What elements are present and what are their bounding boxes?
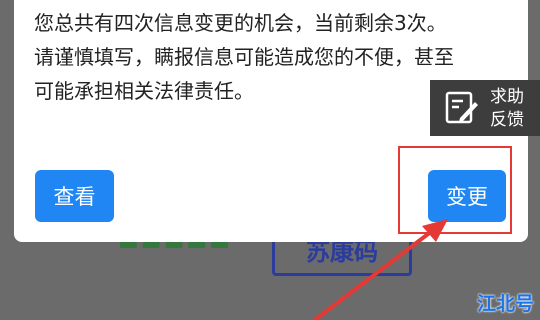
- help-label-line2: 反馈: [490, 110, 524, 130]
- source-watermark: 江北号: [476, 293, 534, 315]
- help-feedback-label: 求助 反馈: [490, 86, 524, 132]
- annotation-arrow-head: [422, 219, 448, 242]
- edit-note-icon: [444, 90, 480, 126]
- help-feedback-button[interactable]: 求助 反馈: [430, 80, 540, 136]
- annotation-arrow-shaft: [311, 226, 438, 320]
- help-label-line1: 求助: [490, 87, 524, 107]
- annotation-arrow: [311, 219, 448, 320]
